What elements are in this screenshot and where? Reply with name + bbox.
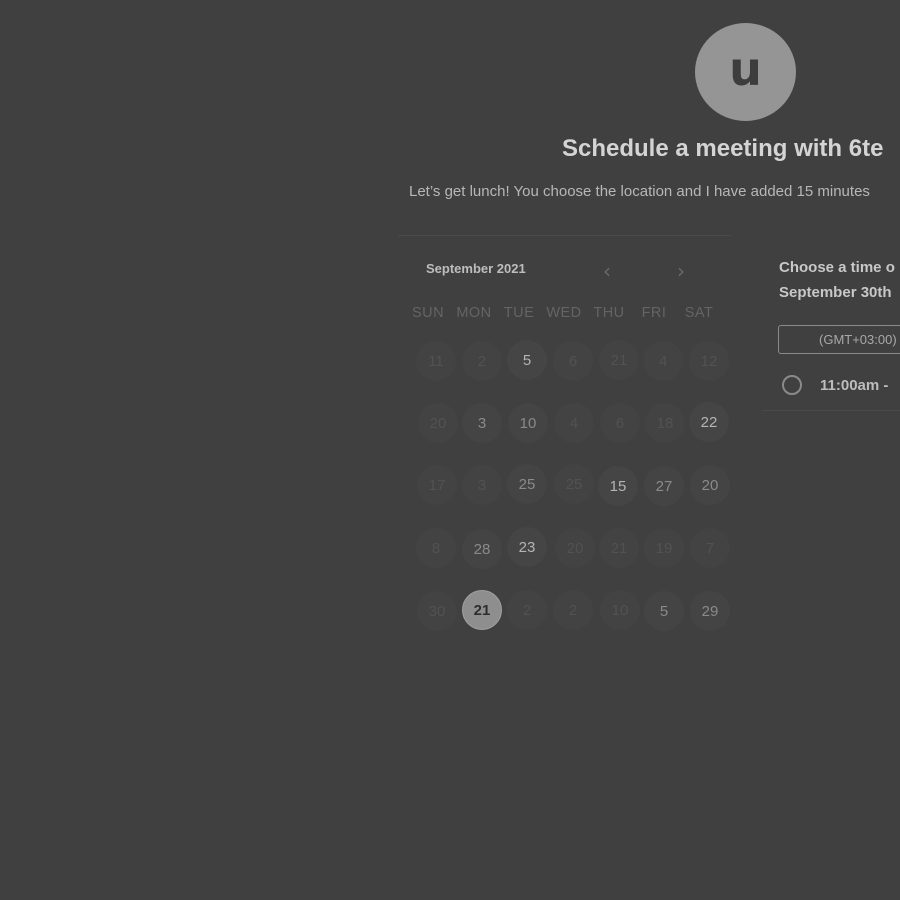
calendar-day: 20 [555, 528, 595, 568]
weekday-header-fri: FRI [641, 305, 667, 321]
calendar-day[interactable]: 25 [507, 464, 547, 504]
calendar-day: 19 [644, 528, 684, 568]
timezone-select[interactable]: (GMT+03:00) [778, 325, 900, 354]
time-picker-heading-line-2: September 30th [779, 284, 892, 301]
page-title: Schedule a meeting with 6te [562, 135, 884, 162]
calendar-day: 2 [462, 341, 502, 381]
divider [398, 235, 731, 236]
calendar-day[interactable]: 10 [508, 403, 548, 443]
calendar-day: 4 [643, 341, 683, 381]
time-picker-heading: Choose a time o September 30th [779, 255, 895, 305]
calendar-day: 3 [462, 465, 502, 505]
time-picker-heading-line-1: Choose a time o [779, 259, 895, 276]
calendar-month-label: September 2021 [426, 261, 526, 276]
calendar-day: 6 [600, 403, 640, 443]
calendar-day: 4 [554, 403, 594, 443]
weekday-header-sat: SAT [684, 305, 714, 321]
calendar-day[interactable]: 20 [690, 465, 730, 505]
calendar-day-selected[interactable]: 21 [462, 590, 502, 630]
page-subtitle: Let’s get lunch! You choose the location… [409, 183, 870, 200]
calendar-day: 20 [418, 403, 458, 443]
time-slot-radio[interactable] [782, 375, 802, 395]
calendar-day[interactable]: 29 [690, 591, 730, 631]
calendar-day[interactable]: 23 [507, 527, 547, 567]
calendar-day[interactable]: 5 [644, 591, 684, 631]
weekday-header-wed: WED [546, 305, 582, 321]
calendar-day: 10 [600, 590, 640, 630]
calendar-day[interactable]: 5 [507, 340, 547, 380]
weekday-header-sun: SUN [411, 305, 445, 321]
scheduler-page: u Schedule a meeting with 6te Let’s get … [0, 0, 900, 900]
calendar-day[interactable]: 3 [462, 403, 502, 443]
calendar-day: 30 [417, 591, 457, 631]
weekday-header-tue: TUE [503, 305, 535, 321]
calendar-day: 7 [690, 528, 730, 568]
calendar-day: 12 [689, 341, 729, 381]
calendar-day[interactable]: 15 [598, 466, 638, 506]
calendar-day[interactable]: 27 [644, 466, 684, 506]
calendar-day: 18 [645, 403, 685, 443]
calendar-day[interactable]: 22 [689, 402, 729, 442]
calendar-day: 17 [417, 465, 457, 505]
calendar-day: 11 [416, 341, 456, 381]
weekday-header-thu: THU [593, 305, 625, 321]
calendar-day: 2 [553, 590, 593, 630]
calendar-day: 8 [416, 528, 456, 568]
weekday-header-mon: MON [456, 305, 492, 321]
calendar-day[interactable]: 28 [462, 529, 502, 569]
avatar: u [695, 23, 796, 121]
calendar-day: 25 [554, 464, 594, 504]
prev-month-chevron-left-icon[interactable]: ‹ [603, 259, 611, 283]
calendar-day: 21 [599, 340, 639, 380]
time-slot-label[interactable]: 11:00am - [820, 377, 888, 394]
divider [762, 410, 900, 411]
calendar-day: 6 [553, 341, 593, 381]
calendar-day: 21 [599, 528, 639, 568]
calendar-day: 2 [507, 590, 547, 630]
next-month-chevron-right-icon[interactable]: › [677, 259, 685, 283]
